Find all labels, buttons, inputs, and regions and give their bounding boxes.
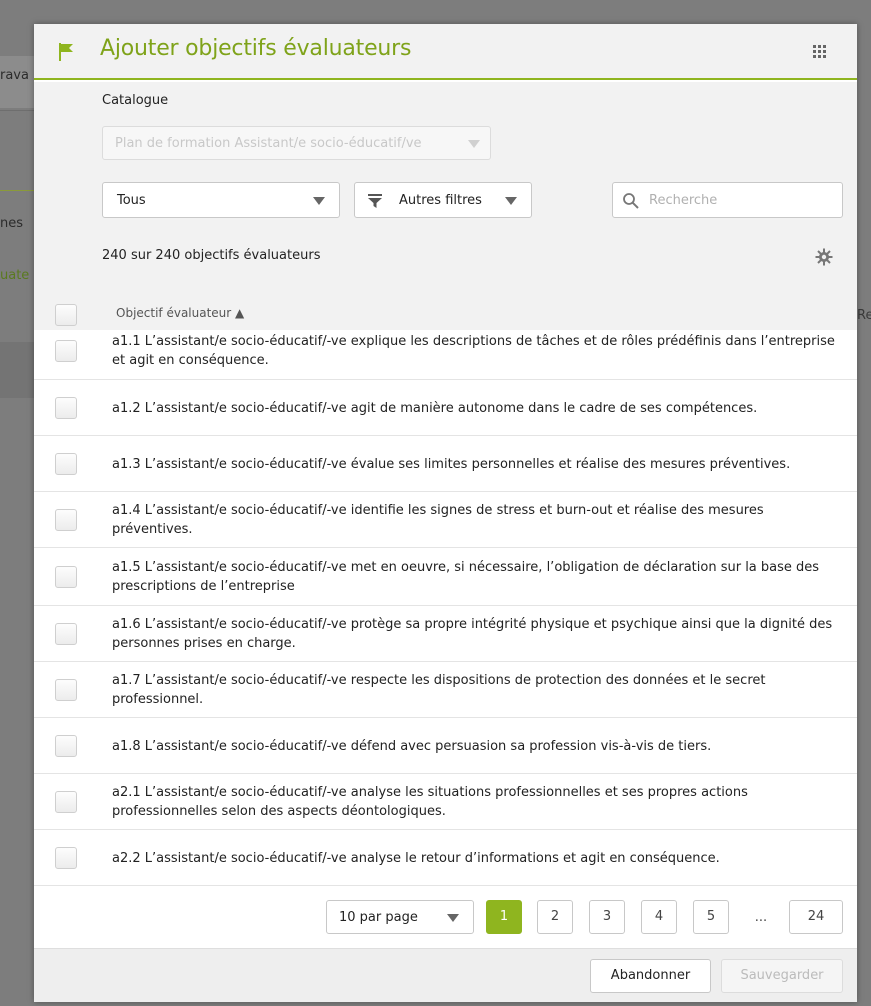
catalogue-label: Catalogue — [102, 93, 169, 108]
add-objectives-dialog: Ajouter objectifs évaluateurs Catalogue … — [34, 24, 857, 1002]
objective-text: a1.6 L’assistant/e socio-éducatif/-ve pr… — [112, 617, 833, 651]
row-checkbox[interactable] — [55, 791, 77, 813]
row-checkbox[interactable] — [55, 340, 77, 362]
page-button-5[interactable]: 5 — [693, 900, 729, 934]
table-row[interactable]: a1.4 L’assistant/e socio-éducatif/-ve id… — [34, 492, 857, 548]
chevron-down-icon — [313, 197, 325, 205]
filter-toolbar: Catalogue Plan de formation Assistant/e … — [34, 82, 857, 330]
row-checkbox[interactable] — [55, 735, 77, 757]
page-button-4[interactable]: 4 — [641, 900, 677, 934]
filter-icon — [368, 194, 382, 208]
per-page-value: 10 par page — [339, 910, 418, 925]
objective-text: a1.8 L’assistant/e socio-éducatif/-ve dé… — [112, 739, 712, 754]
table-row[interactable]: a1.1 L’assistant/e socio-éducatif/-ve ex… — [34, 322, 857, 380]
table-row[interactable]: a1.7 L’assistant/e socio-éducatif/-ve re… — [34, 662, 857, 718]
objective-text: a1.7 L’assistant/e socio-éducatif/-ve re… — [112, 673, 766, 707]
save-button[interactable]: Sauvegarder — [721, 959, 843, 993]
row-checkbox[interactable] — [55, 566, 77, 588]
objective-text: a1.5 L’assistant/e socio-éducatif/-ve me… — [112, 560, 820, 594]
bg-fragment: nes — [0, 216, 24, 231]
filter-select[interactable]: Tous — [102, 182, 340, 218]
table-row[interactable]: a2.2 L’assistant/e socio-éducatif/-ve an… — [34, 830, 857, 886]
cancel-button[interactable]: Abandonner — [590, 959, 711, 993]
table-row[interactable]: a1.5 L’assistant/e socio-éducatif/-ve me… — [34, 548, 857, 606]
pagination: 10 par page 1 2 3 4 5 ... 24 — [34, 890, 857, 944]
row-checkbox[interactable] — [55, 397, 77, 419]
filter-select-value: Tous — [117, 193, 146, 208]
chevron-down-icon — [468, 140, 480, 148]
catalogue-value: Plan de formation Assistant/e socio-éduc… — [115, 136, 422, 151]
page-button-3[interactable]: 3 — [589, 900, 625, 934]
row-checkbox[interactable] — [55, 509, 77, 531]
result-count: 240 sur 240 objectifs évaluateurs — [102, 248, 321, 263]
row-checkbox[interactable] — [55, 623, 77, 645]
search-icon — [623, 193, 639, 209]
table-row[interactable]: a2.1 L’assistant/e socio-éducatif/-ve an… — [34, 774, 857, 830]
table-row[interactable]: a1.2 L’assistant/e socio-éducatif/-ve ag… — [34, 380, 857, 436]
per-page-select[interactable]: 10 par page — [326, 900, 474, 934]
page-ellipsis: ... — [754, 910, 768, 925]
objective-text: a2.1 L’assistant/e socio-éducatif/-ve an… — [112, 785, 748, 819]
table-row[interactable]: a1.6 L’assistant/e socio-éducatif/-ve pr… — [34, 606, 857, 662]
more-filters-label: Autres filtres — [399, 193, 482, 208]
dialog-title: Ajouter objectifs évaluateurs — [100, 36, 412, 61]
objective-text: a1.2 L’assistant/e socio-éducatif/-ve ag… — [112, 401, 758, 416]
table-row[interactable]: a1.8 L’assistant/e socio-éducatif/-ve dé… — [34, 718, 857, 774]
objective-text: a1.4 L’assistant/e socio-éducatif/-ve id… — [112, 503, 764, 537]
dialog-header: Ajouter objectifs évaluateurs — [34, 24, 857, 80]
bg-fragment: Re — [857, 308, 871, 323]
bg-fragment: rava — [0, 68, 29, 83]
search-box — [612, 182, 843, 218]
page-button-2[interactable]: 2 — [537, 900, 573, 934]
bg-fragment: uate — [0, 268, 30, 283]
row-checkbox[interactable] — [55, 847, 77, 869]
row-checkbox[interactable] — [55, 453, 77, 475]
chevron-down-icon — [505, 197, 517, 205]
objective-text: a1.3 L’assistant/e socio-éducatif/-ve év… — [112, 457, 791, 472]
page-button-last[interactable]: 24 — [789, 900, 843, 934]
more-filters-button[interactable]: Autres filtres — [354, 182, 532, 218]
objective-text: a2.2 L’assistant/e socio-éducatif/-ve an… — [112, 851, 720, 866]
objectives-list: a1.1 L’assistant/e socio-éducatif/-ve ex… — [34, 322, 857, 886]
column-header-objective[interactable]: Objectif évaluateur ▲ — [116, 306, 244, 320]
catalogue-select: Plan de formation Assistant/e socio-éduc… — [102, 126, 491, 160]
flag-icon — [59, 43, 73, 61]
page-button-1[interactable]: 1 — [486, 900, 522, 934]
objective-text: a1.1 L’assistant/e socio-éducatif/-ve ex… — [112, 334, 835, 368]
gear-icon[interactable] — [815, 248, 833, 266]
search-input[interactable] — [649, 189, 834, 211]
chevron-down-icon — [447, 914, 459, 922]
apps-grid-icon[interactable] — [813, 45, 827, 59]
row-checkbox[interactable] — [55, 679, 77, 701]
table-row[interactable]: a1.3 L’assistant/e socio-éducatif/-ve év… — [34, 436, 857, 492]
dialog-footer: Abandonner Sauvegarder — [34, 948, 857, 1002]
